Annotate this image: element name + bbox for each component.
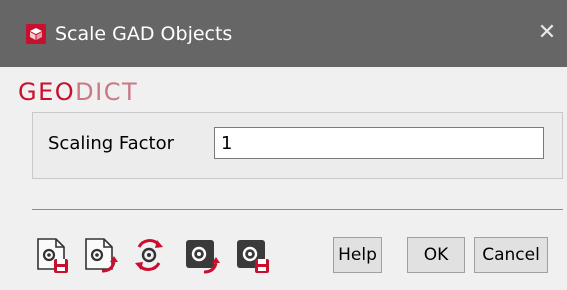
load-macro-icon[interactable] xyxy=(233,235,273,275)
scaling-factor-input[interactable] xyxy=(214,127,544,159)
geodict-logo: GEODICT xyxy=(18,78,139,106)
close-button[interactable]: ✕ xyxy=(532,18,562,48)
save-macro-icon[interactable] xyxy=(182,235,222,275)
scaling-factor-label: Scaling Factor xyxy=(48,133,175,154)
ok-button[interactable]: OK xyxy=(407,237,465,273)
save-settings-icon[interactable] xyxy=(80,235,120,275)
load-settings-icon[interactable] xyxy=(32,235,72,275)
cancel-button[interactable]: Cancel xyxy=(474,237,548,273)
title-bar: Scale GAD Objects ✕ xyxy=(0,0,567,67)
window-title: Scale GAD Objects xyxy=(55,23,233,45)
help-button[interactable]: Help xyxy=(333,237,382,273)
reset-settings-icon[interactable] xyxy=(129,235,169,275)
divider xyxy=(32,209,563,210)
geodict-cube-icon xyxy=(26,24,46,44)
